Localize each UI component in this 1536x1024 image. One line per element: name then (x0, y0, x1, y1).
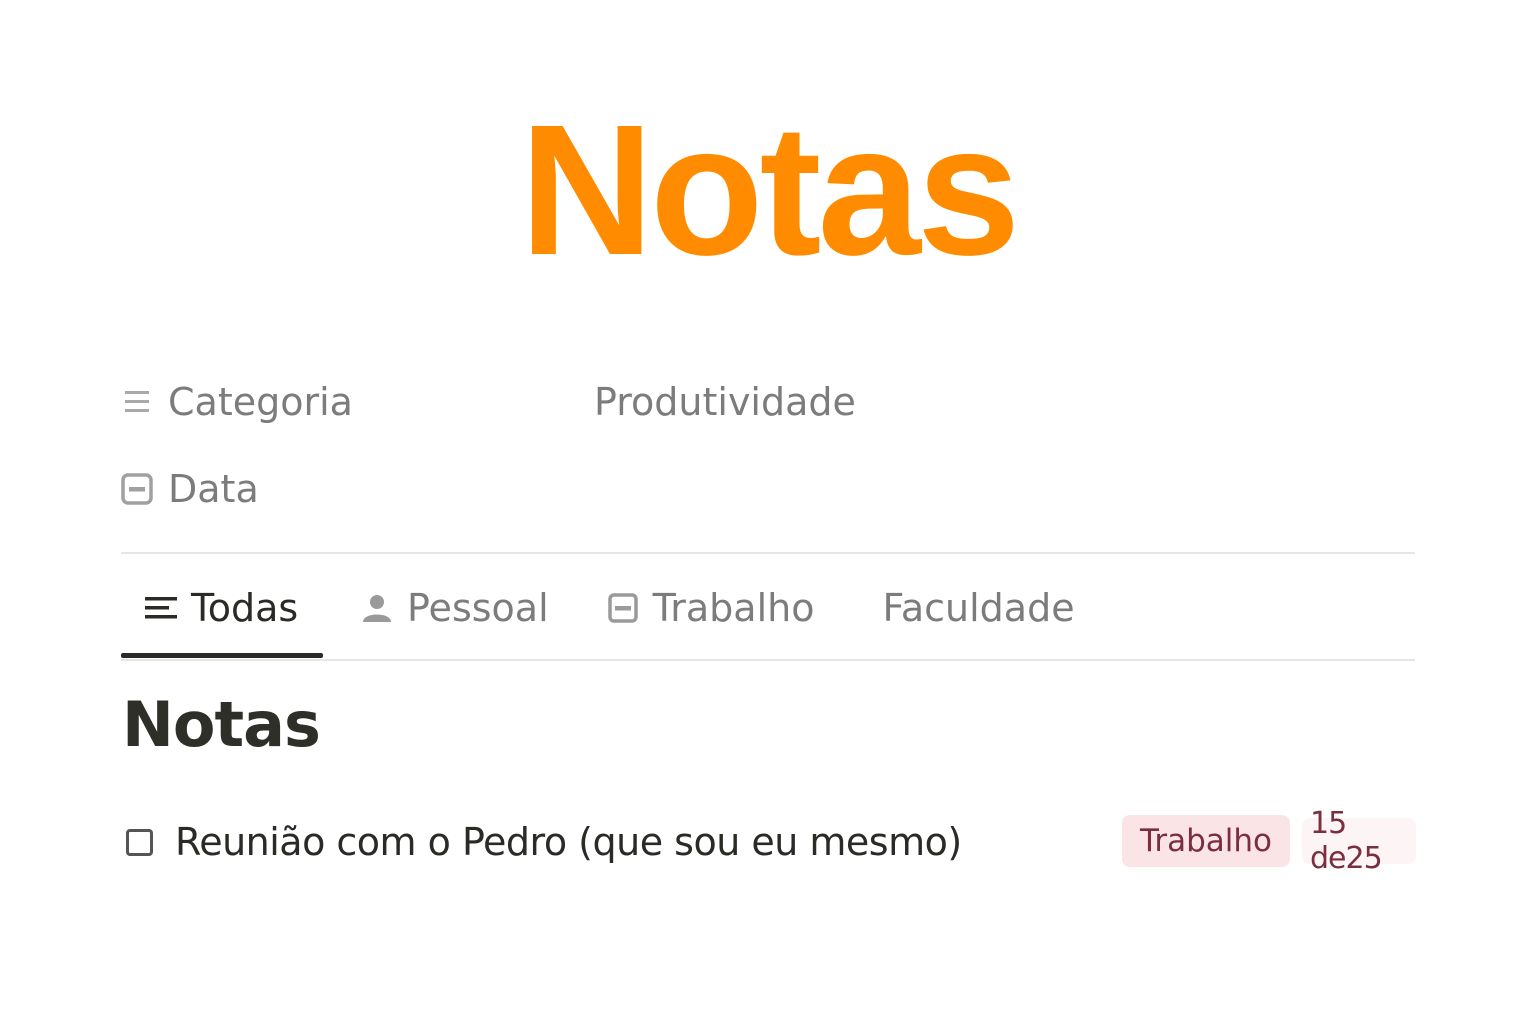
notes-page: Notas Categoria Produtividade Data Todas… (0, 0, 1536, 1024)
calendar-icon (605, 590, 641, 626)
calendar-icon (120, 472, 154, 506)
list-icon (120, 385, 154, 419)
tab-label: Trabalho (652, 586, 815, 630)
page-title: Notas (519, 87, 1021, 294)
active-tab-indicator (121, 653, 323, 658)
tab-label: Faculdade (882, 586, 1075, 630)
section-title: Notas (122, 688, 321, 761)
property-label-date: Data (168, 467, 259, 511)
divider (121, 659, 1415, 661)
task-date[interactable]: 15 de25 (1302, 806, 1416, 876)
task-checkbox[interactable] (126, 828, 153, 856)
tab-trabalho[interactable]: Trabalho (605, 576, 815, 640)
divider (121, 552, 1415, 554)
person-icon (359, 590, 395, 626)
task-title[interactable]: Reunião com o Pedro (que sou eu mesmo) (175, 820, 962, 864)
tab-pessoal[interactable]: Pessoal (359, 576, 549, 640)
tab-label: Pessoal (407, 586, 549, 630)
tab-todas[interactable]: Todas (121, 576, 323, 640)
task-tag[interactable]: Trabalho (1122, 815, 1291, 867)
property-date[interactable]: Data (120, 459, 259, 519)
tab-faculdade[interactable]: Faculdade (882, 576, 1074, 640)
property-category[interactable]: Categoria (120, 372, 353, 432)
property-label-category: Categoria (168, 380, 353, 424)
tab-label: Todas (191, 586, 299, 630)
property-value-category[interactable]: Produtividade (594, 372, 856, 432)
view-tabs: Todas Pessoal Trabalho Faculdade (121, 576, 1075, 640)
task-item[interactable]: Reunião com o Pedro (que sou eu mesmo) T… (126, 806, 1416, 876)
text-lines-icon (143, 590, 179, 626)
